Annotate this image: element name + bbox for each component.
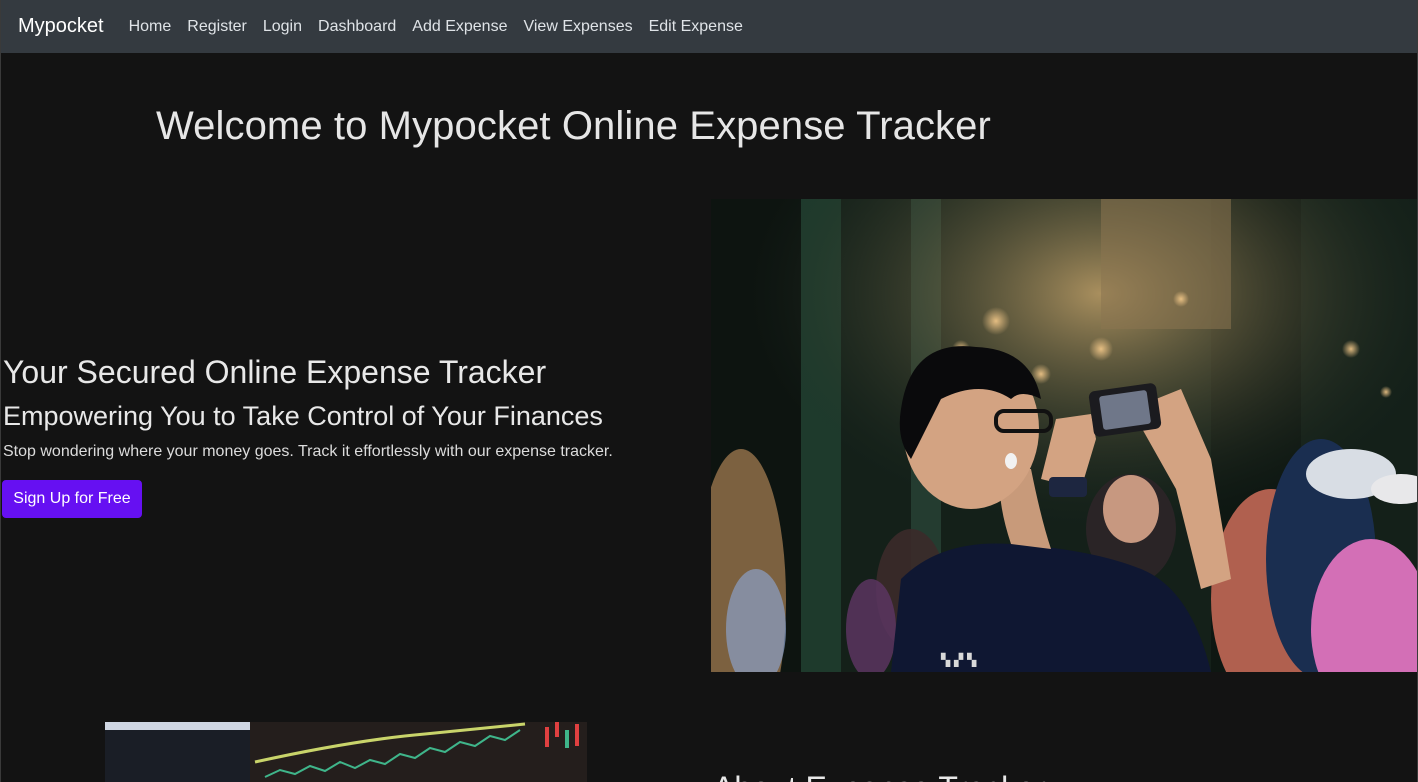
about-heading: About Expense Tracker — [713, 770, 1046, 782]
hero-subtagline: Empowering You to Take Control of Your F… — [3, 401, 603, 431]
nav-links: Home Register Login Dashboard Add Expens… — [129, 18, 759, 36]
nav-link-edit-expense[interactable]: Edit Expense — [649, 18, 743, 36]
about-image — [105, 722, 587, 782]
sign-up-button[interactable]: Sign Up for Free — [2, 480, 142, 518]
navbar-brand[interactable]: Mypocket — [18, 15, 104, 38]
nav-link-home[interactable]: Home — [129, 18, 172, 36]
nav-link-login[interactable]: Login — [263, 18, 302, 36]
hero-tagline: Your Secured Online Expense Tracker — [3, 354, 547, 390]
nav-link-register[interactable]: Register — [187, 18, 247, 36]
nav-link-dashboard[interactable]: Dashboard — [318, 18, 396, 36]
hero-lead-text: Stop wondering where your money goes. Tr… — [3, 443, 613, 460]
nav-link-view-expenses[interactable]: View Expenses — [523, 18, 632, 36]
hero-image: ▚ ▞ ▚ — [711, 199, 1417, 672]
hero-title: Welcome to Mypocket Online Expense Track… — [156, 104, 991, 148]
navbar: Mypocket Home Register Login Dashboard A… — [1, 0, 1417, 53]
nav-link-add-expense[interactable]: Add Expense — [412, 18, 507, 36]
page: Mypocket Home Register Login Dashboard A… — [0, 0, 1418, 782]
svg-text:▚ ▞ ▚: ▚ ▞ ▚ — [940, 652, 977, 667]
